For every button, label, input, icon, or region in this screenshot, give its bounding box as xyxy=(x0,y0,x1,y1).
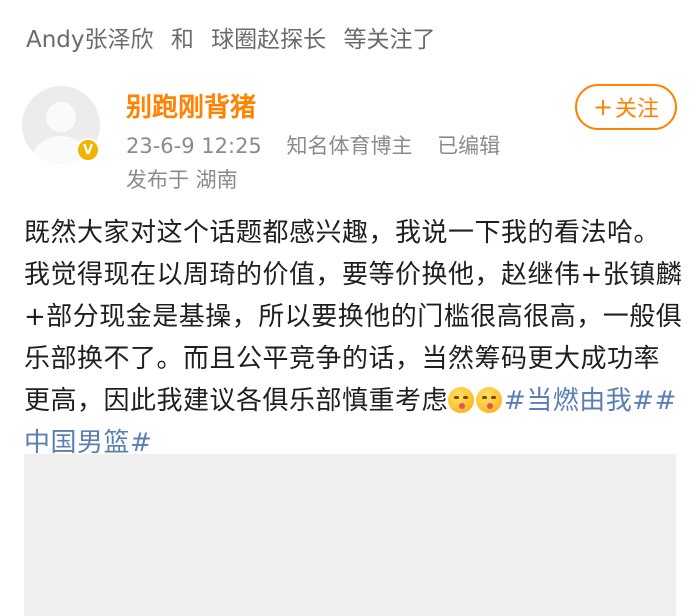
post-meta: 23-6-9 12:25 知名体育博主 已编辑 xyxy=(126,130,518,162)
liked-by-suffix: 等关注了 xyxy=(343,27,436,53)
liked-by-user-2[interactable]: 球圈赵探长 xyxy=(211,27,326,53)
kiss-emoji-icon xyxy=(476,387,503,413)
post-author-header: V 别跑刚背猪 23-6-9 12:25 知名体育博主 已编辑 发布于 湖南 +… xyxy=(22,84,682,206)
follow-button-label: 关注 xyxy=(615,97,660,122)
author-name[interactable]: 别跑刚背猪 xyxy=(126,88,256,128)
avatar-head-shape xyxy=(46,102,76,132)
verified-badge-icon: V xyxy=(76,138,100,162)
plus-icon: + xyxy=(592,93,614,121)
liked-by-connector: 和 xyxy=(170,27,194,53)
post-image[interactable] xyxy=(24,454,676,616)
follow-button[interactable]: + 关注 xyxy=(575,84,677,130)
topic-link-1[interactable]: #当燃由我# xyxy=(504,386,655,416)
liked-by-user-1[interactable]: Andy张泽欣 xyxy=(26,27,154,53)
post-timestamp: 23-6-9 12:25 xyxy=(126,134,262,158)
kiss-emoji-icon xyxy=(448,387,475,413)
liked-by-banner: Andy张泽欣 和 球圈赵探长 等关注了 xyxy=(26,22,445,58)
edited-label[interactable]: 已编辑 xyxy=(437,134,500,158)
author-title: 知名体育博主 xyxy=(286,134,413,158)
post-location: 发布于 湖南 xyxy=(126,168,238,192)
post-content: 既然大家对这个话题都感兴趣，我说一下我的看法哈。我觉得现在以周琦的价值，要等价换… xyxy=(24,212,684,464)
